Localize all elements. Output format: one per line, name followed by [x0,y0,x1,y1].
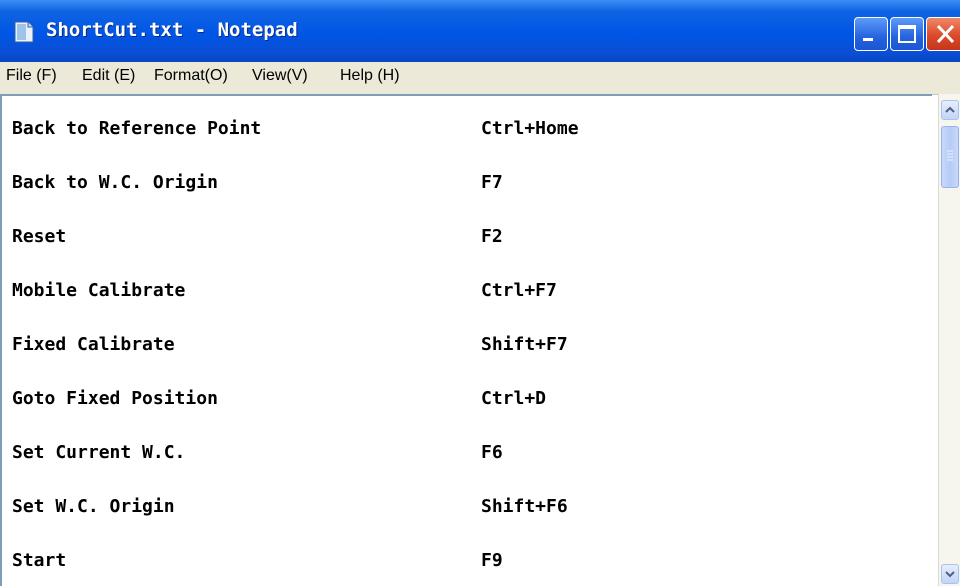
shortcut-action: Set Current W.C. [12,442,186,463]
menu-format[interactable]: Format(O) [154,67,228,85]
title-bar[interactable]: ShortCut.txt - Notepad [0,0,960,62]
scroll-grip-icon [947,150,953,161]
scroll-down-button[interactable] [941,564,959,584]
menu-help[interactable]: Help (H) [340,67,400,85]
shortcut-key: Ctrl+F7 [481,280,557,301]
shortcut-action: Back to W.C. Origin [12,172,218,193]
minimize-button[interactable] [854,17,888,51]
shortcut-action: Fixed Calibrate [12,334,175,355]
notepad-icon[interactable] [12,20,36,44]
shortcut-key: F9 [481,550,503,571]
maximize-icon [898,25,916,43]
scroll-up-arrow-icon [945,106,955,113]
shortcut-key: Ctrl+Home [481,118,579,139]
scroll-up-button[interactable] [941,100,959,120]
close-button[interactable] [926,17,960,51]
shortcut-action: Start [12,550,67,571]
menu-file[interactable]: File (F) [6,67,57,85]
notepad-window: ShortCut.txt - Notepad File (F) Edit (E)… [0,0,960,586]
shortcut-action: Mobile Calibrate [12,280,186,301]
shortcut-key: F6 [481,442,503,463]
shortcut-key: Shift+F7 [481,334,568,355]
shortcut-key: F2 [481,226,503,247]
shortcut-key: Ctrl+D [481,388,547,409]
scroll-down-arrow-icon [945,571,955,578]
shortcut-key: F7 [481,172,503,193]
shortcut-action: Goto Fixed Position [12,388,218,409]
maximize-button[interactable] [890,17,924,51]
shortcut-action: Reset [12,226,67,247]
shortcut-action: Set W.C. Origin [12,496,175,517]
menu-view[interactable]: View(V) [252,67,308,85]
minimize-icon [863,38,873,41]
menu-bar: File (F) Edit (E) Format(O) View(V) Help… [0,62,960,95]
text-editor[interactable]: Back to Reference Point Ctrl+Home Back t… [0,94,932,586]
scroll-thumb[interactable] [941,126,959,188]
close-icon [936,24,955,44]
window-title: ShortCut.txt - Notepad [46,19,298,41]
shortcut-key: Shift+F6 [481,496,568,517]
shortcut-action: Back to Reference Point [12,118,262,139]
menu-edit[interactable]: Edit (E) [82,67,135,85]
vertical-scrollbar[interactable] [938,94,960,586]
